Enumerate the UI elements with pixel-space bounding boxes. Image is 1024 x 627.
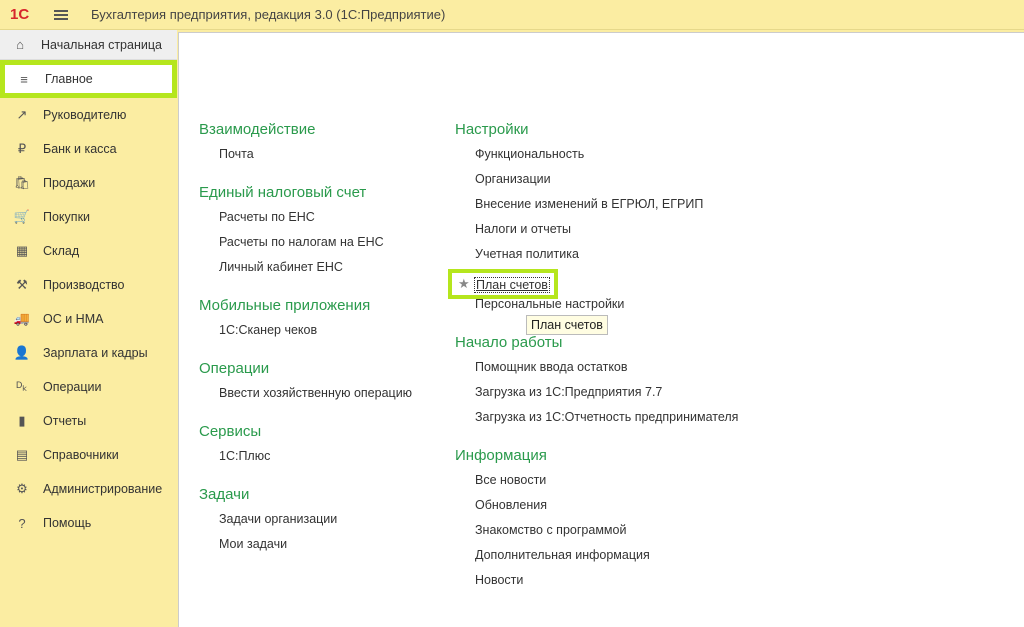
nav-link[interactable]: Дополнительная информация [455, 548, 738, 573]
nav-link[interactable]: Знакомство с программой [455, 523, 738, 548]
help-icon: ? [18, 515, 26, 531]
label: ОС и НМА [43, 312, 104, 326]
debit-credit-icon: ᴰₖ [16, 379, 28, 394]
nav-link[interactable]: Расчеты по ЕНС [199, 210, 412, 235]
section-title: Задачи [199, 486, 250, 503]
books-icon: ▤ [15, 447, 29, 462]
sidebar-item[interactable]: ▦ Склад [0, 234, 177, 268]
nav-link[interactable]: Ввести хозяйственную операцию [199, 386, 412, 411]
label: Склад [43, 244, 80, 258]
nav-link[interactable]: Расчеты по налогам на ЕНС [199, 235, 412, 260]
section-title: Мобильные приложения [199, 297, 371, 314]
nav-link[interactable]: Все новости [455, 473, 738, 498]
nav-link[interactable]: Функциональность [455, 147, 738, 172]
sidebar-item-main[interactable]: ≡ Главное [0, 60, 177, 98]
nav-link[interactable]: Загрузка из 1С:Предприятия 7.7 [455, 385, 738, 410]
tooltip: План счетов [526, 315, 608, 335]
nav-link[interactable]: Помощник ввода остатков [455, 360, 738, 385]
sidebar-item[interactable]: ⚒ Производство [0, 268, 177, 302]
home-icon: ⌂ [16, 37, 24, 52]
sidebar-item[interactable]: ▮ Отчеты [0, 404, 177, 438]
nav-link[interactable]: Налоги и отчеты [455, 222, 738, 247]
nav-link[interactable]: Загрузка из 1С:Отчетность предпринимател… [455, 410, 738, 435]
person-icon: 👤 [13, 345, 31, 360]
label: Руководителю [43, 108, 127, 122]
nav-link[interactable]: Личный кабинет ЕНС [199, 260, 412, 285]
1c-logo: 1С [10, 6, 30, 23]
label: Производство [43, 278, 125, 292]
sidebar-item[interactable]: 🚚 ОС и НМА [0, 302, 177, 336]
sidebar-item[interactable]: 🛍 Продажи [0, 166, 177, 200]
section-title: Взаимодействие [199, 121, 316, 138]
label: Главное [45, 72, 93, 86]
cart-icon: 🛒 [13, 209, 31, 224]
label: Покупки [43, 210, 91, 224]
nav-link[interactable]: Внесение изменений в ЕГРЮЛ, ЕГРИП [455, 197, 738, 222]
chart-icon: ↗ [16, 107, 28, 122]
sidebar-item[interactable]: ↗ Руководителю [0, 98, 177, 132]
gear-icon: ⚙ [16, 481, 28, 496]
sidebar-item[interactable]: ⚙ Администрирование [0, 472, 177, 506]
label: Справочники [43, 448, 119, 462]
sidebar-item[interactable]: 🛒 Покупки [0, 200, 177, 234]
sidebar: ⌂ Начальная страница ≡ Главное ↗ Руководите… [0, 30, 177, 627]
nav-link[interactable]: Задачи организации [199, 512, 412, 537]
app-title: Бухгалтерия предприятия, редакция 3.0 (1… [91, 7, 446, 22]
nav-link[interactable]: Мои задачи [199, 537, 412, 562]
link-chart-of-accounts[interactable]: План счетов [474, 277, 550, 293]
label: Начальная страница [41, 37, 162, 52]
section-title: Настройки [455, 121, 529, 138]
bar-chart-icon: ▮ [18, 413, 26, 428]
nav-link[interactable]: Организации [455, 172, 738, 197]
label: Отчеты [43, 414, 87, 428]
sidebar-item-home[interactable]: ⌂ Начальная страница [0, 30, 177, 60]
nav-link[interactable]: Почта [199, 147, 412, 172]
nav-link[interactable]: 1С:Плюс [199, 449, 412, 474]
sidebar-item[interactable]: ᴰₖ Операции [0, 370, 177, 404]
label: Банк и касса [43, 142, 117, 156]
nav-link[interactable]: Обновления [455, 498, 738, 523]
section-title: Единый налоговый счет [199, 184, 367, 201]
label: Зарплата и кадры [43, 346, 148, 360]
label: Администрирование [43, 482, 163, 496]
section-title: Операции [199, 360, 270, 377]
section-title: Начало работы [455, 334, 563, 351]
label: Продажи [43, 176, 96, 190]
star-icon[interactable]: ★ [458, 276, 470, 292]
ruble-icon: ₽ [17, 141, 27, 156]
section-title: Сервисы [199, 423, 262, 440]
sidebar-item[interactable]: ? Помощь [0, 506, 177, 540]
list-icon: ≡ [20, 71, 28, 87]
bag-icon: 🛍 [13, 175, 31, 190]
nav-link[interactable]: 1С:Сканер чеков [199, 323, 412, 348]
warehouse-icon: ▦ [15, 243, 29, 258]
sidebar-item[interactable]: ₽ Банк и касса [0, 132, 177, 166]
nav-link[interactable]: Новости [455, 573, 738, 598]
sidebar-item[interactable]: 👤 Зарплата и кадры [0, 336, 177, 370]
section-title: Информация [455, 447, 547, 464]
factory-icon: ⚒ [16, 277, 28, 292]
menu-icon[interactable] [54, 9, 68, 20]
label: Операции [43, 380, 102, 394]
label: Помощь [43, 516, 92, 530]
title-bar: 1С Бухгалтерия предприятия, редакция 3.0… [0, 0, 1024, 30]
truck-icon: 🚚 [13, 311, 31, 326]
sidebar-item[interactable]: ▤ Справочники [0, 438, 177, 472]
